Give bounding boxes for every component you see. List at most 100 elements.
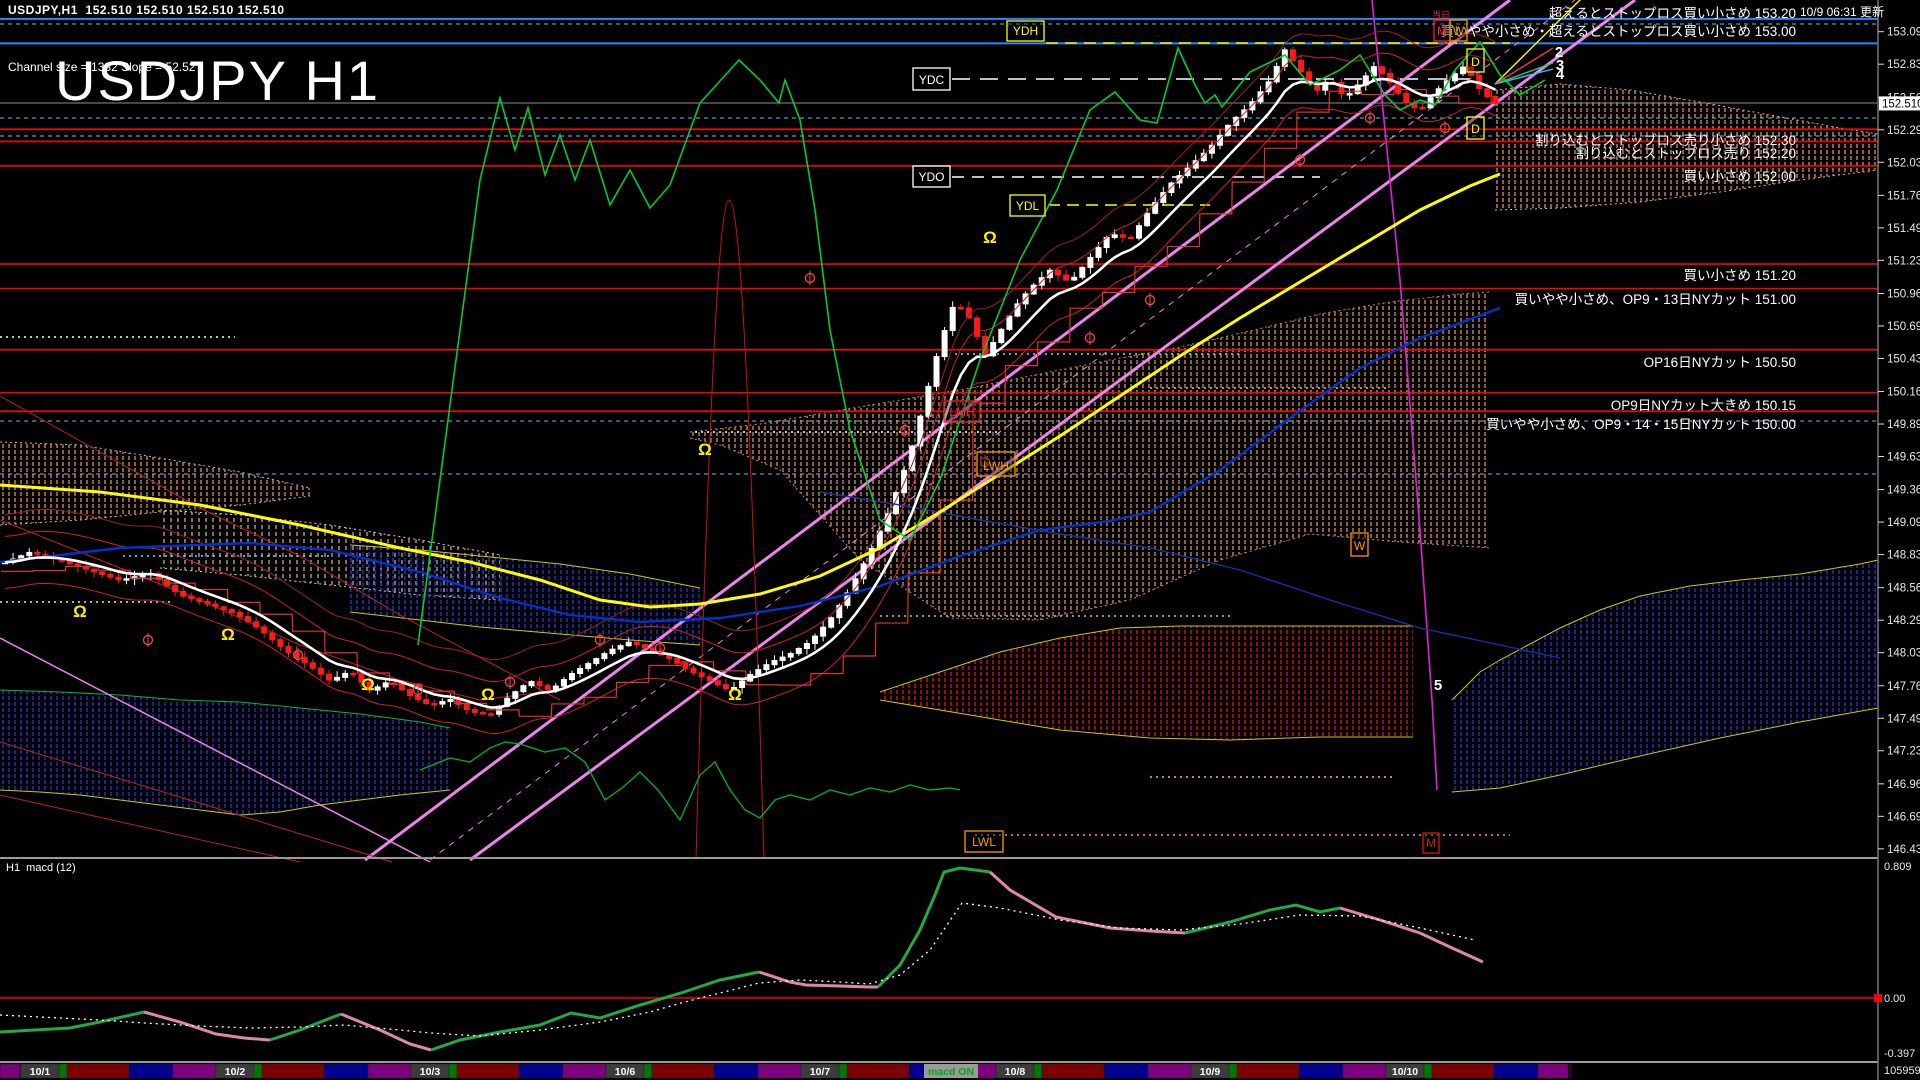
trade-annotation[interactable]: 買い小さめ 152.00 — [1683, 169, 1796, 184]
date-axis-label: 10/2 — [225, 1066, 246, 1078]
price-axis-label: 148.295 — [1887, 615, 1920, 627]
candle-body — [570, 674, 575, 680]
candle-body — [1380, 67, 1385, 74]
macd-main-line — [759, 972, 878, 987]
trade-annotation[interactable]: OP9日NYカット大きめ 150.15 — [1611, 398, 1796, 413]
current-price-value: 152.510 — [1882, 98, 1920, 110]
candle-body — [561, 680, 566, 686]
candle-body — [124, 579, 129, 580]
candle-body — [1347, 94, 1352, 95]
kumo-cloud — [1452, 560, 1878, 792]
candle-body — [432, 704, 437, 705]
candle-body — [1096, 247, 1101, 257]
object-box-label: D — [1471, 55, 1480, 69]
session-segment — [1229, 1064, 1237, 1078]
candle-body — [302, 658, 307, 663]
session-segment — [254, 1064, 262, 1078]
symbol-ohlc-line: USDJPY,H1 152.510 152.510 152.510 152.51… — [8, 3, 285, 17]
candle-body — [67, 561, 72, 564]
macd-on-label: macd ON — [928, 1066, 974, 1078]
price-axis-label: 146.695 — [1887, 811, 1920, 823]
candle-body — [926, 386, 931, 416]
candle-body — [804, 644, 809, 649]
update-time-label[interactable]: 10/9 06:31 更新 — [1800, 3, 1884, 20]
candle-body — [699, 673, 704, 677]
candle-body — [651, 648, 656, 651]
candle-body — [165, 580, 170, 586]
chart-window: ΩΩΩΩΩΩΩ超えるとストップロス買い小さめ 153.20買いやや小さめ・超える… — [0, 0, 1920, 1080]
price-axis-label: 146.960 — [1887, 779, 1920, 791]
candle-body — [821, 627, 826, 636]
candle-body — [489, 714, 494, 715]
price-axis-label: 149.095 — [1887, 517, 1920, 529]
candle-body — [335, 677, 340, 680]
price-axis-label: 148.030 — [1887, 648, 1920, 660]
candle-body — [1461, 67, 1466, 74]
candle-body — [310, 663, 315, 668]
candle-body — [1080, 267, 1085, 277]
session-segment — [262, 1064, 324, 1078]
red-loop-curve — [696, 200, 764, 858]
session-segment — [644, 1064, 652, 1078]
candle-body — [586, 664, 591, 669]
candle-body — [318, 668, 323, 674]
price-axis-label: 146.430 — [1887, 844, 1920, 856]
candle-body — [942, 331, 947, 357]
candle-body — [278, 640, 283, 647]
omega-marker-yellow: Ω — [481, 685, 495, 704]
candle-body — [958, 307, 963, 308]
candle-body — [100, 572, 105, 575]
macd-indicator-label: H1 macd (12) — [6, 862, 76, 874]
candle-body — [772, 661, 777, 665]
candle-body — [270, 633, 275, 640]
session-segment — [1343, 1064, 1386, 1078]
macd-axis-label: 105959 — [1884, 1065, 1920, 1077]
object-box-label: YDC — [919, 73, 945, 87]
trade-annotation[interactable]: 割り込むとストップロス売り 152.20 — [1575, 145, 1796, 161]
macd-main-line — [1340, 908, 1483, 962]
trade-annotation[interactable]: 買いやや小さめ、OP9・14・15日NYカット 150.00 — [1486, 417, 1796, 432]
candle-body — [1493, 96, 1498, 103]
candle-body — [464, 705, 469, 710]
green-lower-wavy — [420, 742, 960, 820]
candle-body — [286, 646, 291, 652]
trade-annotation[interactable]: 買いやや小さめ・超えるとストップロス買い小さめ 153.00 — [1441, 24, 1796, 39]
candle-body — [1064, 275, 1069, 280]
candle-body — [1056, 270, 1061, 275]
watermark-title: USDJPY H1 — [55, 48, 380, 113]
object-box-label: YDO — [918, 170, 944, 184]
candle-body — [246, 617, 251, 622]
macd-signal-line — [0, 903, 1475, 1036]
candle-body — [529, 682, 534, 686]
omega-marker-yellow: Ω — [983, 228, 997, 247]
candle-body — [691, 668, 696, 673]
trade-annotation[interactable]: 超えるとストップロス買い小さめ 153.20 — [1549, 6, 1796, 21]
candle-body — [205, 601, 210, 604]
macd-main-line — [431, 972, 759, 1050]
candle-body — [537, 682, 542, 686]
trade-annotation[interactable]: 買いやや小さめ、OP9・13日NYカット 151.00 — [1515, 292, 1796, 307]
macd-main-line — [270, 1014, 341, 1040]
trade-annotation[interactable]: OP16日NYカット 150.50 — [1644, 355, 1796, 370]
chart-canvas: ΩΩΩΩΩΩΩ超えるとストップロス買い小さめ 153.20買いやや小さめ・超える… — [0, 0, 1920, 1080]
trade-annotation[interactable]: 買い小さめ 151.20 — [1683, 268, 1796, 283]
candle-body — [1420, 108, 1425, 109]
candle-body — [1128, 237, 1133, 238]
candle-body — [35, 552, 40, 554]
session-segment — [652, 1064, 714, 1078]
candle-body — [918, 416, 923, 446]
candle-body — [108, 575, 113, 578]
price-axis-label: 151.495 — [1887, 223, 1920, 235]
macd-main-line — [144, 1012, 270, 1040]
candle-body — [480, 712, 485, 713]
candle-body — [780, 657, 785, 660]
session-segment — [847, 1064, 909, 1078]
candle-body — [27, 552, 32, 555]
candle-body — [229, 610, 234, 613]
price-axis-label: 153.095 — [1887, 27, 1920, 39]
candle-body — [221, 607, 226, 610]
object-box-label: M — [1426, 836, 1436, 850]
price-axis-label: 149.360 — [1887, 485, 1920, 497]
date-axis-label: 10/3 — [420, 1066, 441, 1078]
candle-body — [1404, 93, 1409, 103]
